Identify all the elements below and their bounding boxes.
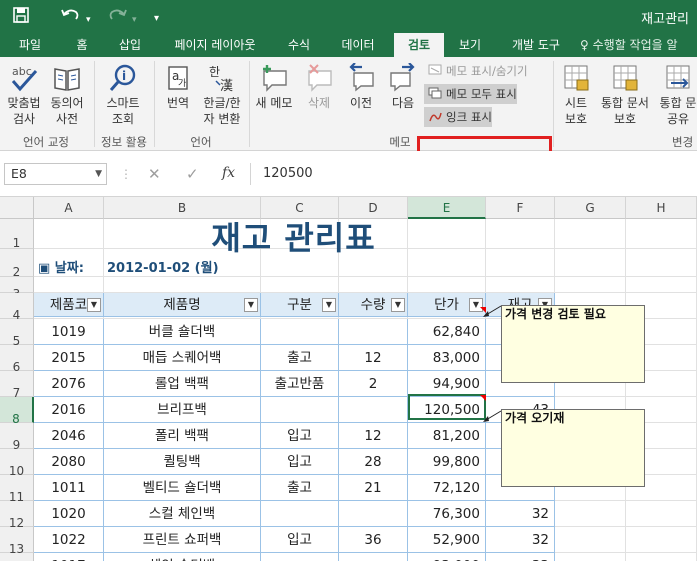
smart-lookup-label: 스마트 조회	[106, 96, 140, 126]
tell-me-text: 수행할 작업을 알	[592, 38, 678, 52]
translate-button[interactable]: a가 번역	[158, 63, 198, 111]
new-comment-icon	[263, 65, 287, 92]
new-comment-label: 새 메모	[255, 96, 293, 110]
spelling-button[interactable]: abc 맞춤법 검사	[3, 63, 45, 127]
redo-dropdown-icon[interactable]: ▾	[132, 10, 137, 30]
show-all-comments-label: 메모 모두 표시	[446, 87, 517, 101]
insert-function-icon[interactable]: fx	[222, 165, 235, 181]
enter-icon[interactable]: ✓	[186, 165, 199, 183]
tab-view[interactable]: 보기	[450, 33, 490, 57]
thesaurus-book-icon	[54, 68, 80, 91]
tab-data[interactable]: 데이터	[332, 33, 384, 57]
show-hide-comment-label: 메모 표시/숨기기	[446, 64, 528, 78]
comment-text-e5: 가격 변경 검토 필요	[505, 307, 606, 321]
delete-comment-label: 삭제	[307, 96, 331, 110]
show-all-comments-icon	[428, 87, 442, 99]
comment-box-e5[interactable]: 가격 변경 검토 필요	[501, 305, 645, 383]
hangul-hanja-label: 한글/한 자 변환	[203, 96, 241, 126]
comment-arrow-e8	[483, 416, 489, 422]
tab-formulas[interactable]: 수식	[280, 33, 318, 57]
show-hide-comment-icon	[428, 64, 442, 75]
lightbulb-icon: ♀	[580, 38, 589, 52]
show-ink-label: 잉크 표시	[446, 110, 492, 124]
protect-sheet-button[interactable]: 시트 보호	[556, 63, 596, 127]
tell-me-box[interactable]: ♀ 수행할 작업을 알	[580, 33, 678, 57]
formula-input[interactable]: 120500	[250, 163, 697, 185]
redo-icon[interactable]	[106, 6, 128, 29]
name-box-dropdown-icon[interactable]: ▼	[95, 164, 102, 184]
group-comments-label: 메모	[389, 135, 411, 149]
show-ink-icon	[429, 112, 442, 122]
undo-dropdown-icon[interactable]: ▾	[86, 10, 91, 30]
translate-icon: a가	[168, 66, 188, 90]
save-icon[interactable]	[12, 6, 30, 29]
show-all-comments-button[interactable]: 메모 모두 표시	[424, 84, 517, 104]
svg-text:한: 한	[209, 65, 220, 79]
previous-comment-label: 이전	[349, 96, 373, 110]
group-changes-label: 변경	[672, 135, 694, 149]
next-comment-label: 다음	[391, 96, 415, 110]
tab-insert[interactable]: 삽입	[110, 33, 150, 57]
next-comment-icon	[390, 63, 415, 92]
smart-lookup-icon: i	[109, 64, 136, 91]
hangul-hanja-icon: 한漢	[209, 65, 233, 93]
ribbon-separator	[553, 61, 554, 147]
thesaurus-button[interactable]: 동의어 사전	[46, 63, 88, 127]
undo-icon[interactable]	[60, 6, 82, 29]
svg-text:가: 가	[178, 78, 186, 89]
group-language-label: 언어	[190, 135, 212, 149]
hangul-hanja-button[interactable]: 한漢 한글/한 자 변환	[199, 63, 245, 127]
svg-text:漢: 漢	[220, 79, 233, 93]
group-insights-label: 정보 활용	[101, 135, 147, 149]
svg-text:abc: abc	[12, 65, 32, 78]
spelling-check-icon: abc	[11, 65, 38, 92]
protect-workbook-label: 통합 문서 보호	[601, 96, 649, 126]
spelling-label: 맞춤법 검사	[7, 96, 41, 126]
formula-bar-grip-icon: ⋮	[120, 167, 132, 181]
title-bar: ▾ ▾ ▾ 재고관리	[0, 0, 697, 33]
delete-comment-icon	[308, 64, 332, 92]
tab-file[interactable]: 파일	[8, 33, 52, 57]
protect-workbook-icon	[613, 65, 638, 91]
comment-text-e8: 가격 오기재	[505, 411, 565, 425]
share-workbook-label: 통합 문 공유	[659, 96, 697, 126]
cancel-icon[interactable]: ✕	[148, 165, 161, 183]
smart-lookup-button[interactable]: i 스마트 조회	[100, 63, 146, 127]
ribbon: abc 맞춤법 검사 동의어 사전 언어 교정 i 스마트 조회 정보 활용 a…	[0, 57, 697, 162]
next-comment-button[interactable]: 다음	[382, 63, 424, 111]
previous-comment-icon	[349, 63, 374, 92]
tab-page-layout[interactable]: 페이지 레이아웃	[160, 33, 270, 57]
comment-box-e8[interactable]: 가격 오기재	[501, 409, 645, 487]
protect-sheet-label: 시트 보호	[564, 96, 588, 126]
name-box-value: E8	[11, 166, 27, 181]
show-ink-button[interactable]: 잉크 표시	[424, 107, 492, 127]
tab-review[interactable]: 검토	[394, 33, 444, 57]
show-hide-comment-button[interactable]: 메모 표시/숨기기	[424, 61, 528, 81]
worksheet[interactable]: ABCDEFGH 12345678910111213 재고 관리표 ▣ 날짜: …	[0, 197, 697, 561]
customize-qat-icon[interactable]: ▾	[154, 9, 159, 29]
new-comment-button[interactable]: 새 메모	[252, 63, 296, 111]
delete-comment-button[interactable]: 삭제	[298, 63, 340, 111]
protect-workbook-button[interactable]: 통합 문서 보호	[597, 63, 653, 127]
tab-home[interactable]: 홈	[66, 33, 98, 57]
formula-bar: E8 ▼ ⋮ ✕ ✓ fx 120500	[0, 151, 697, 197]
translate-label: 번역	[166, 96, 190, 110]
window-title: 재고관리	[641, 12, 689, 27]
thesaurus-label: 동의어 사전	[50, 96, 84, 126]
name-box[interactable]: E8 ▼	[4, 163, 107, 185]
ribbon-tabs: 파일 홈 삽입 페이지 레이아웃 수식 데이터 검토 보기 개발 도구 ♀ 수행…	[0, 33, 697, 57]
share-workbook-icon	[666, 65, 690, 89]
previous-comment-button[interactable]: 이전	[340, 63, 382, 111]
tab-developer[interactable]: 개발 도구	[504, 33, 568, 57]
svg-text:i: i	[122, 69, 126, 83]
protect-sheet-icon	[564, 65, 589, 91]
share-workbook-button[interactable]: 통합 문 공유	[654, 63, 697, 127]
comment-arrow-e5	[483, 311, 489, 317]
group-proofing-label: 언어 교정	[23, 135, 69, 149]
